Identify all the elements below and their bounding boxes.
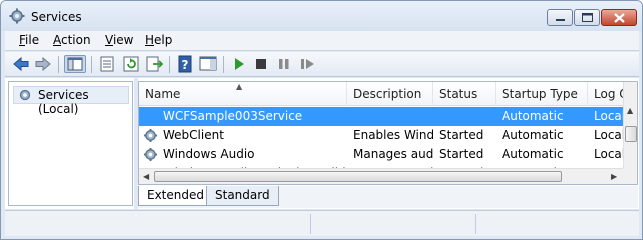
tree-item-services-local[interactable]: Services (Local) — [13, 86, 129, 116]
back-icon[interactable] — [11, 55, 31, 73]
column-header-description[interactable]: Description — [347, 82, 433, 106]
cell-status — [433, 107, 496, 126]
status-divider — [475, 214, 476, 234]
column-header-name[interactable]: Name — [139, 82, 347, 106]
table-row[interactable]: WebClient Enables Windows-based programs… — [139, 126, 623, 145]
show-hide-console-tree-button[interactable] — [64, 55, 86, 73]
status-bar — [5, 210, 639, 236]
column-header-log-on-as[interactable]: Log On As — [588, 82, 623, 106]
close-icon — [614, 13, 625, 23]
tab-standard[interactable]: Standard — [206, 186, 279, 206]
cell-log-on-as: Local System — [594, 109, 623, 123]
cell-log-on-as: Local Service — [594, 128, 623, 142]
help-icon[interactable]: ? — [175, 55, 195, 73]
cell-startup-type: Automatic — [502, 147, 564, 161]
view-tabs: Extended Standard — [138, 186, 638, 208]
forward-icon[interactable] — [33, 55, 53, 73]
console-tree: Services (Local) — [8, 81, 133, 206]
horizontal-scrollbar[interactable]: ◀ ▶ — [139, 168, 623, 184]
toolbar-separator — [58, 56, 59, 73]
cell-status: Started — [439, 147, 484, 161]
tree-item-label: Services (Local) — [38, 88, 89, 116]
cell-description: Manages audio for Windows-based programs — [353, 147, 433, 161]
sort-ascending-icon: ▲ — [236, 82, 243, 91]
services-window: Services File Action View Help ? Service… — [0, 0, 643, 240]
menu-action[interactable]: Action — [53, 33, 91, 47]
main-area: Services (Local) Name ▲ Description Stat… — [5, 78, 639, 209]
services-list: Name ▲ Description Status Startup Type L… — [138, 81, 638, 185]
maximize-button[interactable] — [574, 9, 600, 26]
title-bar[interactable]: Services — [1, 1, 642, 31]
minimize-button[interactable] — [547, 9, 573, 26]
services-gear-icon — [19, 89, 31, 101]
vertical-scrollbar[interactable]: ▲ — [623, 82, 637, 168]
cell-name: WCFSample003Service — [139, 107, 347, 126]
cell-description — [347, 107, 433, 126]
minimize-icon — [556, 19, 565, 21]
cell-log-on-as: Local Service — [594, 147, 623, 161]
horizontal-scroll-thumb[interactable] — [154, 171, 562, 182]
status-divider — [310, 214, 311, 234]
restart-service-icon[interactable] — [297, 55, 317, 73]
cell-startup-type: Automatic — [502, 128, 564, 142]
menu-file[interactable]: File — [19, 33, 39, 47]
menu-bar: File Action View Help — [5, 31, 639, 51]
toolbar: ? — [5, 52, 639, 77]
vertical-scroll-thumb[interactable] — [625, 126, 637, 142]
pause-service-icon[interactable] — [274, 55, 294, 73]
cell-name: WebClient — [163, 128, 224, 142]
list-header: Name ▲ Description Status Startup Type L… — [139, 82, 623, 106]
stop-service-icon[interactable] — [251, 55, 271, 73]
start-service-icon[interactable] — [229, 55, 249, 73]
toolbar-separator — [169, 56, 170, 73]
menu-help[interactable]: Help — [145, 33, 172, 47]
scrollbar-corner — [623, 168, 637, 184]
cell-startup-type: Automatic — [502, 109, 564, 123]
show-hide-console-tree-icon — [67, 57, 83, 71]
close-button[interactable] — [601, 9, 637, 26]
window-title: Services — [31, 10, 82, 24]
tab-extended[interactable]: Extended — [138, 186, 213, 206]
table-row[interactable]: WCFSample003Service Automatic Local Syst… — [139, 107, 623, 126]
refresh-icon[interactable] — [121, 55, 141, 73]
show-action-pane-icon[interactable] — [198, 55, 218, 73]
cell-status: Started — [439, 128, 484, 142]
scroll-left-icon[interactable]: ◀ — [143, 172, 149, 181]
column-header-status[interactable]: Status — [433, 82, 496, 106]
export-list-icon[interactable] — [144, 55, 164, 73]
scroll-up-icon[interactable]: ▲ — [627, 106, 633, 115]
column-header-startup-type[interactable]: Startup Type — [496, 82, 588, 106]
services-gear-icon — [9, 8, 25, 24]
svg-text:?: ? — [182, 58, 189, 72]
scroll-right-icon[interactable]: ▶ — [611, 172, 617, 181]
maximize-icon — [582, 13, 593, 22]
toolbar-separator — [223, 56, 224, 73]
menu-view[interactable]: View — [105, 33, 133, 47]
cell-description: Enables Windows-based programs — [353, 128, 433, 142]
table-row[interactable]: Windows Audio Manages audio for Windows-… — [139, 145, 623, 164]
toolbar-separator — [91, 56, 92, 73]
properties-icon[interactable] — [97, 55, 117, 73]
cell-name: Windows Audio — [163, 147, 255, 161]
